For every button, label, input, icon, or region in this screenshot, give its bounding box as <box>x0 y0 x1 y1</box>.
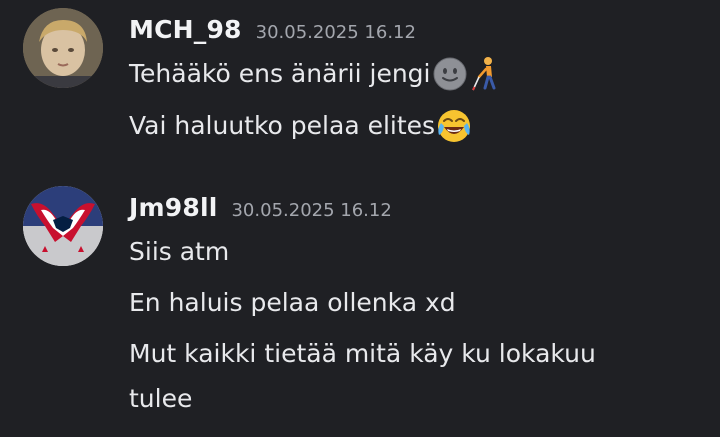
username[interactable]: MCH_98 <box>129 15 242 44</box>
message-text: En haluis pelaa ollenka xd <box>129 288 456 317</box>
username[interactable]: Jm98ll <box>129 193 217 222</box>
message-line: Siis atm <box>129 237 229 267</box>
message-text: Vai haluutko pelaa elites <box>129 111 436 140</box>
message-text: Mut kaikki tietää mitä käy ku lokakuu <box>129 339 596 368</box>
avatar[interactable] <box>23 8 103 88</box>
slightly-smiling-face-icon <box>431 55 469 93</box>
message-group: MCH_98 30.05.2025 16.12 Tehääkö ens änär… <box>0 0 720 170</box>
message-text: Tehääkö ens änärii jengi <box>129 59 431 88</box>
timestamp: 30.05.2025 16.12 <box>255 22 416 43</box>
message-line: Vai haluutko pelaa elites <box>129 110 473 142</box>
avatar[interactable] <box>23 186 103 266</box>
message-line: Tehääkö ens änärii jengi <box>129 57 499 91</box>
timestamp: 30.05.2025 16.12 <box>231 200 392 221</box>
child-photo-avatar-icon <box>23 8 103 88</box>
message-line: En haluis pelaa ollenka xd <box>129 288 456 318</box>
message-header: Jm98ll 30.05.2025 16.12 <box>129 193 392 223</box>
message-group: Jm98ll 30.05.2025 16.12 Siis atm En halu… <box>0 178 720 437</box>
message-line: Mut kaikki tietää mitä käy ku lokakuu <box>129 339 596 369</box>
message-line: tulee <box>129 384 192 414</box>
capitals-eagle-logo-avatar-icon <box>23 186 103 266</box>
person-with-white-cane-icon <box>469 55 499 93</box>
message-header: MCH_98 30.05.2025 16.12 <box>129 15 416 45</box>
message-text: Siis atm <box>129 237 230 266</box>
face-with-tears-of-joy-icon <box>435 107 473 145</box>
message-text: tulee <box>129 384 193 413</box>
